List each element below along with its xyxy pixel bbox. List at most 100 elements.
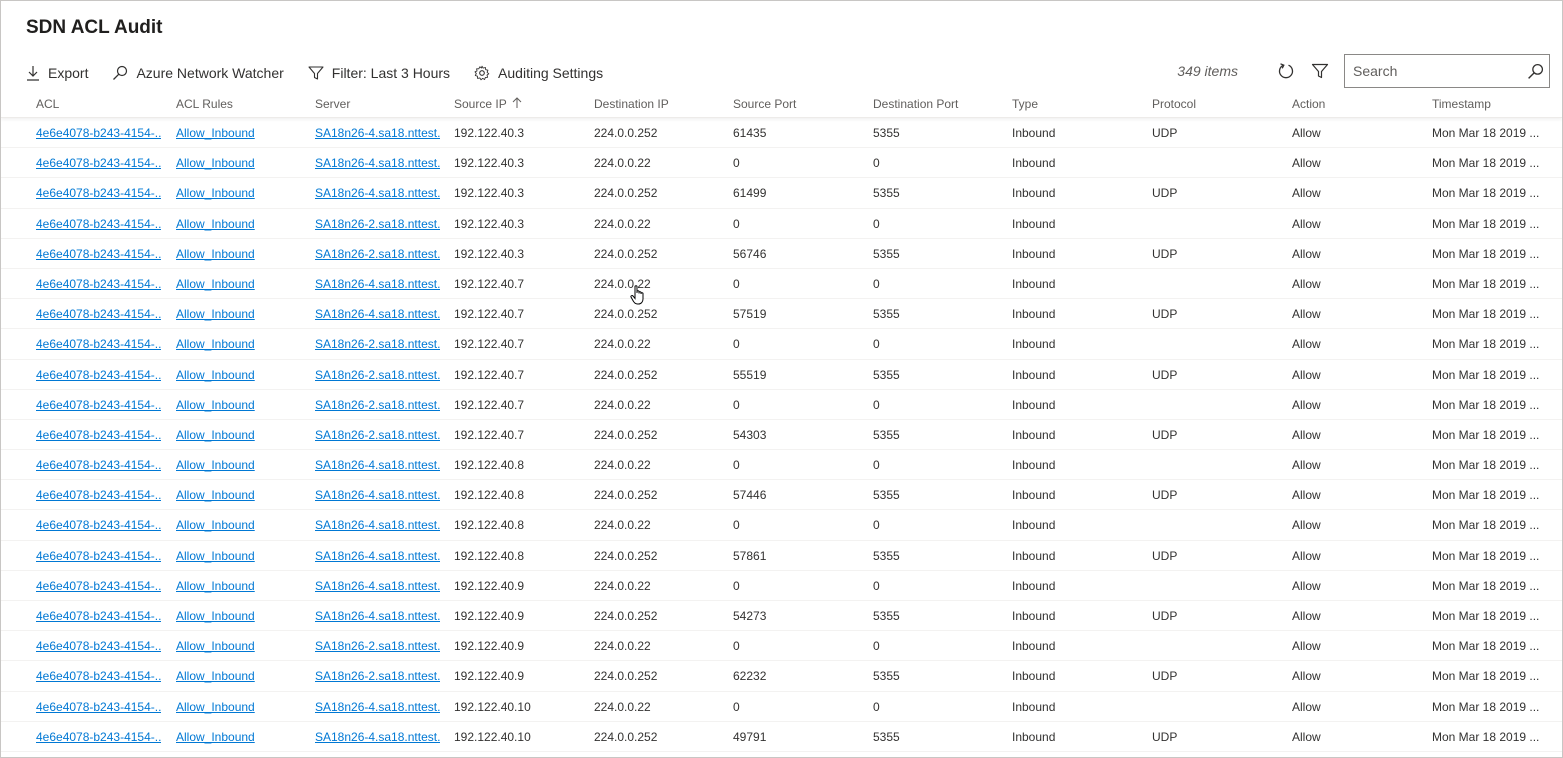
azure-network-watcher-button[interactable]: Azure Network Watcher [112, 59, 284, 87]
table-row[interactable]: 4e6e4078-b243-4154-... Allow_Inbound SA18n… [1, 541, 1562, 571]
table-row[interactable]: 4e6e4078-b243-4154-... Allow_Inbound SA18n… [1, 661, 1562, 692]
cell-acl-rules-link[interactable]: Allow_Inbound [176, 247, 255, 261]
cell-server-link[interactable]: SA18n26-4.sa18.nttest... [315, 730, 440, 744]
table-row[interactable]: 4e6e4078-b243-4154-...Allow_InboundSA18n… [1, 360, 1562, 390]
cell-server-link[interactable]: SA18n26-2.sa18.nttest... [315, 337, 440, 351]
cell-acl-link[interactable]: 4e6e4078-b243-4154-... [36, 458, 161, 472]
cell-server-link[interactable]: SA18n26-4.sa18.nttest... [315, 186, 440, 200]
cell-acl-rules-link[interactable]: Allow_Inbound [176, 458, 255, 472]
table-row[interactable]: 4e6e4078-b243-4154-... Allow_Inbound SA18n… [1, 178, 1562, 209]
column-header-source-port[interactable]: Source Port [733, 97, 796, 111]
cell-acl-link[interactable]: 4e6e4078-b243-4154-... [36, 639, 161, 653]
table-row[interactable]: 4e6e4078-b243-4154-... Allow_Inbound SA18n… [1, 722, 1562, 752]
table-row[interactable]: 4e6e4078-b243-4154-... Allow_Inbound SA18n… [1, 209, 1562, 239]
cell-acl-link[interactable]: 4e6e4078-b243-4154-... [36, 217, 161, 231]
cell-acl-link[interactable]: 4e6e4078-b243-4154-... [36, 669, 161, 683]
cell-acl-rules-link[interactable]: Allow_Inbound [176, 186, 255, 200]
column-header-timestamp[interactable]: Timestamp [1432, 97, 1491, 111]
cell-server-link[interactable]: SA18n26-4.sa18.nttest... [315, 277, 440, 291]
table-row[interactable]: 4e6e4078-b243-4154-... Allow_Inbound SA18n… [1, 329, 1562, 360]
cell-acl-rules-link[interactable]: Allow_Inbound [176, 337, 255, 351]
column-header-acl-rules[interactable]: ACL Rules [176, 97, 233, 111]
cell-server-link[interactable]: SA18n26-4.sa18.nttest... [315, 488, 440, 502]
cell-acl-link[interactable]: 4e6e4078-b243-4154-... [36, 609, 161, 623]
cell-acl-rules-link[interactable]: Allow_Inbound [176, 126, 255, 140]
cell-acl-link[interactable]: 4e6e4078-b243-4154-... [36, 428, 161, 442]
cell-server-link[interactable]: SA18n26-4.sa18.nttest... [315, 458, 440, 472]
cell-acl-link[interactable]: 4e6e4078-b243-4154-... [36, 398, 161, 412]
export-button[interactable]: Export [26, 59, 88, 87]
table-row[interactable]: 4e6e4078-b243-4154-... Allow_Inbound SA18n… [1, 692, 1562, 722]
cell-server-link[interactable]: SA18n26-4.sa18.nttest... [315, 126, 440, 140]
cell-acl-rules-link[interactable]: Allow_Inbound [176, 518, 255, 532]
column-header-acl[interactable]: ACL [36, 97, 59, 111]
cell-server-link[interactable]: SA18n26-4.sa18.nttest... [315, 156, 440, 170]
cell-acl-rules-link[interactable]: Allow_Inbound [176, 639, 255, 653]
cell-server-link[interactable]: SA18n26-4.sa18.nttest... [315, 518, 440, 532]
cell-acl-link[interactable]: 4e6e4078-b243-4154-... [36, 247, 161, 261]
cell-server-link[interactable]: SA18n26-4.sa18.nttest... [315, 609, 440, 623]
cell-acl-link[interactable]: 4e6e4078-b243-4154-... [36, 700, 161, 714]
cell-server-link[interactable]: SA18n26-4.sa18.nttest... [315, 700, 440, 714]
table-row[interactable]: 4e6e4078-b243-4154-... Allow_Inbound SA18n… [1, 601, 1562, 632]
cell-server-link[interactable]: SA18n26-4.sa18.nttest... [315, 579, 440, 593]
cell-acl-rules-link[interactable]: Allow_Inbound [176, 488, 255, 502]
cell-server-link[interactable]: SA18n26-2.sa18.nttest... [315, 428, 440, 442]
column-header-action[interactable]: Action [1292, 97, 1325, 111]
cell-server-link[interactable]: SA18n26-2.sa18.nttest... [315, 398, 440, 412]
table-row[interactable]: 4e6e4078-b243-4154-... Allow_Inbound SA18n… [1, 299, 1562, 330]
column-header-source-ip[interactable]: Source IP [454, 97, 523, 111]
column-header-server[interactable]: Server [315, 97, 350, 111]
cell-acl-rules-link[interactable]: Allow_Inbound [176, 368, 255, 382]
cell-server-link[interactable]: SA18n26-2.sa18.nttest... [315, 217, 440, 231]
search-box[interactable] [1344, 54, 1550, 88]
cell-acl-rules-link[interactable]: Allow_Inbound [176, 217, 255, 231]
cell-acl-rules-link[interactable]: Allow_Inbound [176, 609, 255, 623]
table-row[interactable]: 4e6e4078-b243-4154-... Allow_Inbound SA18n… [1, 420, 1562, 451]
column-header-protocol[interactable]: Protocol [1152, 97, 1196, 111]
table-row[interactable]: 4e6e4078-b243-4154-... Allow_Inbound SA18n… [1, 631, 1562, 662]
cell-acl-rules-link[interactable]: Allow_Inbound [176, 307, 255, 321]
cell-acl-rules-link[interactable]: Allow_Inbound [176, 428, 255, 442]
cell-server-link[interactable]: SA18n26-4.sa18.nttest... [315, 549, 440, 563]
table-row[interactable]: 4e6e4078-b243-4154-... Allow_Inbound SA18n… [1, 571, 1562, 601]
cell-acl-rules-link[interactable]: Allow_Inbound [176, 549, 255, 563]
cell-acl-link[interactable]: 4e6e4078-b243-4154-... [36, 518, 161, 532]
column-header-destination-port[interactable]: Destination Port [873, 97, 958, 111]
cell-acl-link[interactable]: 4e6e4078-b243-4154-... [36, 126, 161, 140]
cell-acl-link[interactable]: 4e6e4078-b243-4154-... [36, 337, 161, 351]
cell-server-link[interactable]: SA18n26-2.sa18.nttest... [315, 639, 440, 653]
table-row[interactable]: 4e6e4078-b243-4154-... Allow_Inbound SA18n… [1, 239, 1562, 269]
cell-acl-rules-link[interactable]: Allow_Inbound [176, 579, 255, 593]
cell-acl-link[interactable]: 4e6e4078-b243-4154-... [36, 307, 161, 321]
table-row[interactable]: 4e6e4078-b243-4154-... Allow_Inbound SA18n… [1, 510, 1562, 541]
cell-server-link[interactable]: SA18n26-4.sa18.nttest... [315, 307, 440, 321]
filter-time-button[interactable]: Filter: Last 3 Hours [308, 59, 450, 87]
table-row[interactable]: 4e6e4078-b243-4154-...Allow_InboundSA18n… [1, 480, 1562, 511]
search-input[interactable] [1345, 56, 1521, 86]
cell-acl-rules-link[interactable]: Allow_Inbound [176, 398, 255, 412]
cell-server-link[interactable]: SA18n26-2.sa18.nttest... [315, 669, 440, 683]
cell-acl-rules-link[interactable]: Allow_Inbound [176, 669, 255, 683]
column-header-destination-ip[interactable]: Destination IP [594, 97, 669, 111]
cell-acl-link[interactable]: 4e6e4078-b243-4154-... [36, 186, 161, 200]
cell-server-link[interactable]: SA18n26-2.sa18.nttest... [315, 247, 440, 261]
cell-acl-rules-link[interactable]: Allow_Inbound [176, 730, 255, 744]
table-row[interactable]: 4e6e4078-b243-4154-...Allow_InboundSA18n… [1, 752, 1562, 757]
cell-server-link[interactable]: SA18n26-2.sa18.nttest... [315, 368, 440, 382]
cell-acl-link[interactable]: 4e6e4078-b243-4154-... [36, 277, 161, 291]
cell-acl-link[interactable]: 4e6e4078-b243-4154-... [36, 730, 161, 744]
cell-acl-rules-link[interactable]: Allow_Inbound [176, 156, 255, 170]
refresh-button[interactable] [1270, 55, 1302, 87]
auditing-settings-button[interactable]: Auditing Settings [474, 59, 603, 87]
table-row[interactable]: 4e6e4078-b243-4154-... Allow_Inbound SA18n… [1, 450, 1562, 481]
table-row[interactable]: 4e6e4078-b243-4154-... Allow_Inbound SA18n… [1, 118, 1562, 149]
cell-acl-link[interactable]: 4e6e4078-b243-4154-... [36, 579, 161, 593]
cell-acl-rules-link[interactable]: Allow_Inbound [176, 700, 255, 714]
filter-toggle-button[interactable] [1304, 55, 1336, 87]
cell-acl-rules-link[interactable]: Allow_Inbound [176, 277, 255, 291]
table-row[interactable]: 4e6e4078-b243-4154-...Allow_InboundSA18n… [1, 148, 1562, 179]
cell-acl-link[interactable]: 4e6e4078-b243-4154-... [36, 549, 161, 563]
table-row[interactable]: 4e6e4078-b243-4154-... Allow_Inbound SA18n… [1, 269, 1562, 300]
column-header-type[interactable]: Type [1012, 97, 1038, 111]
